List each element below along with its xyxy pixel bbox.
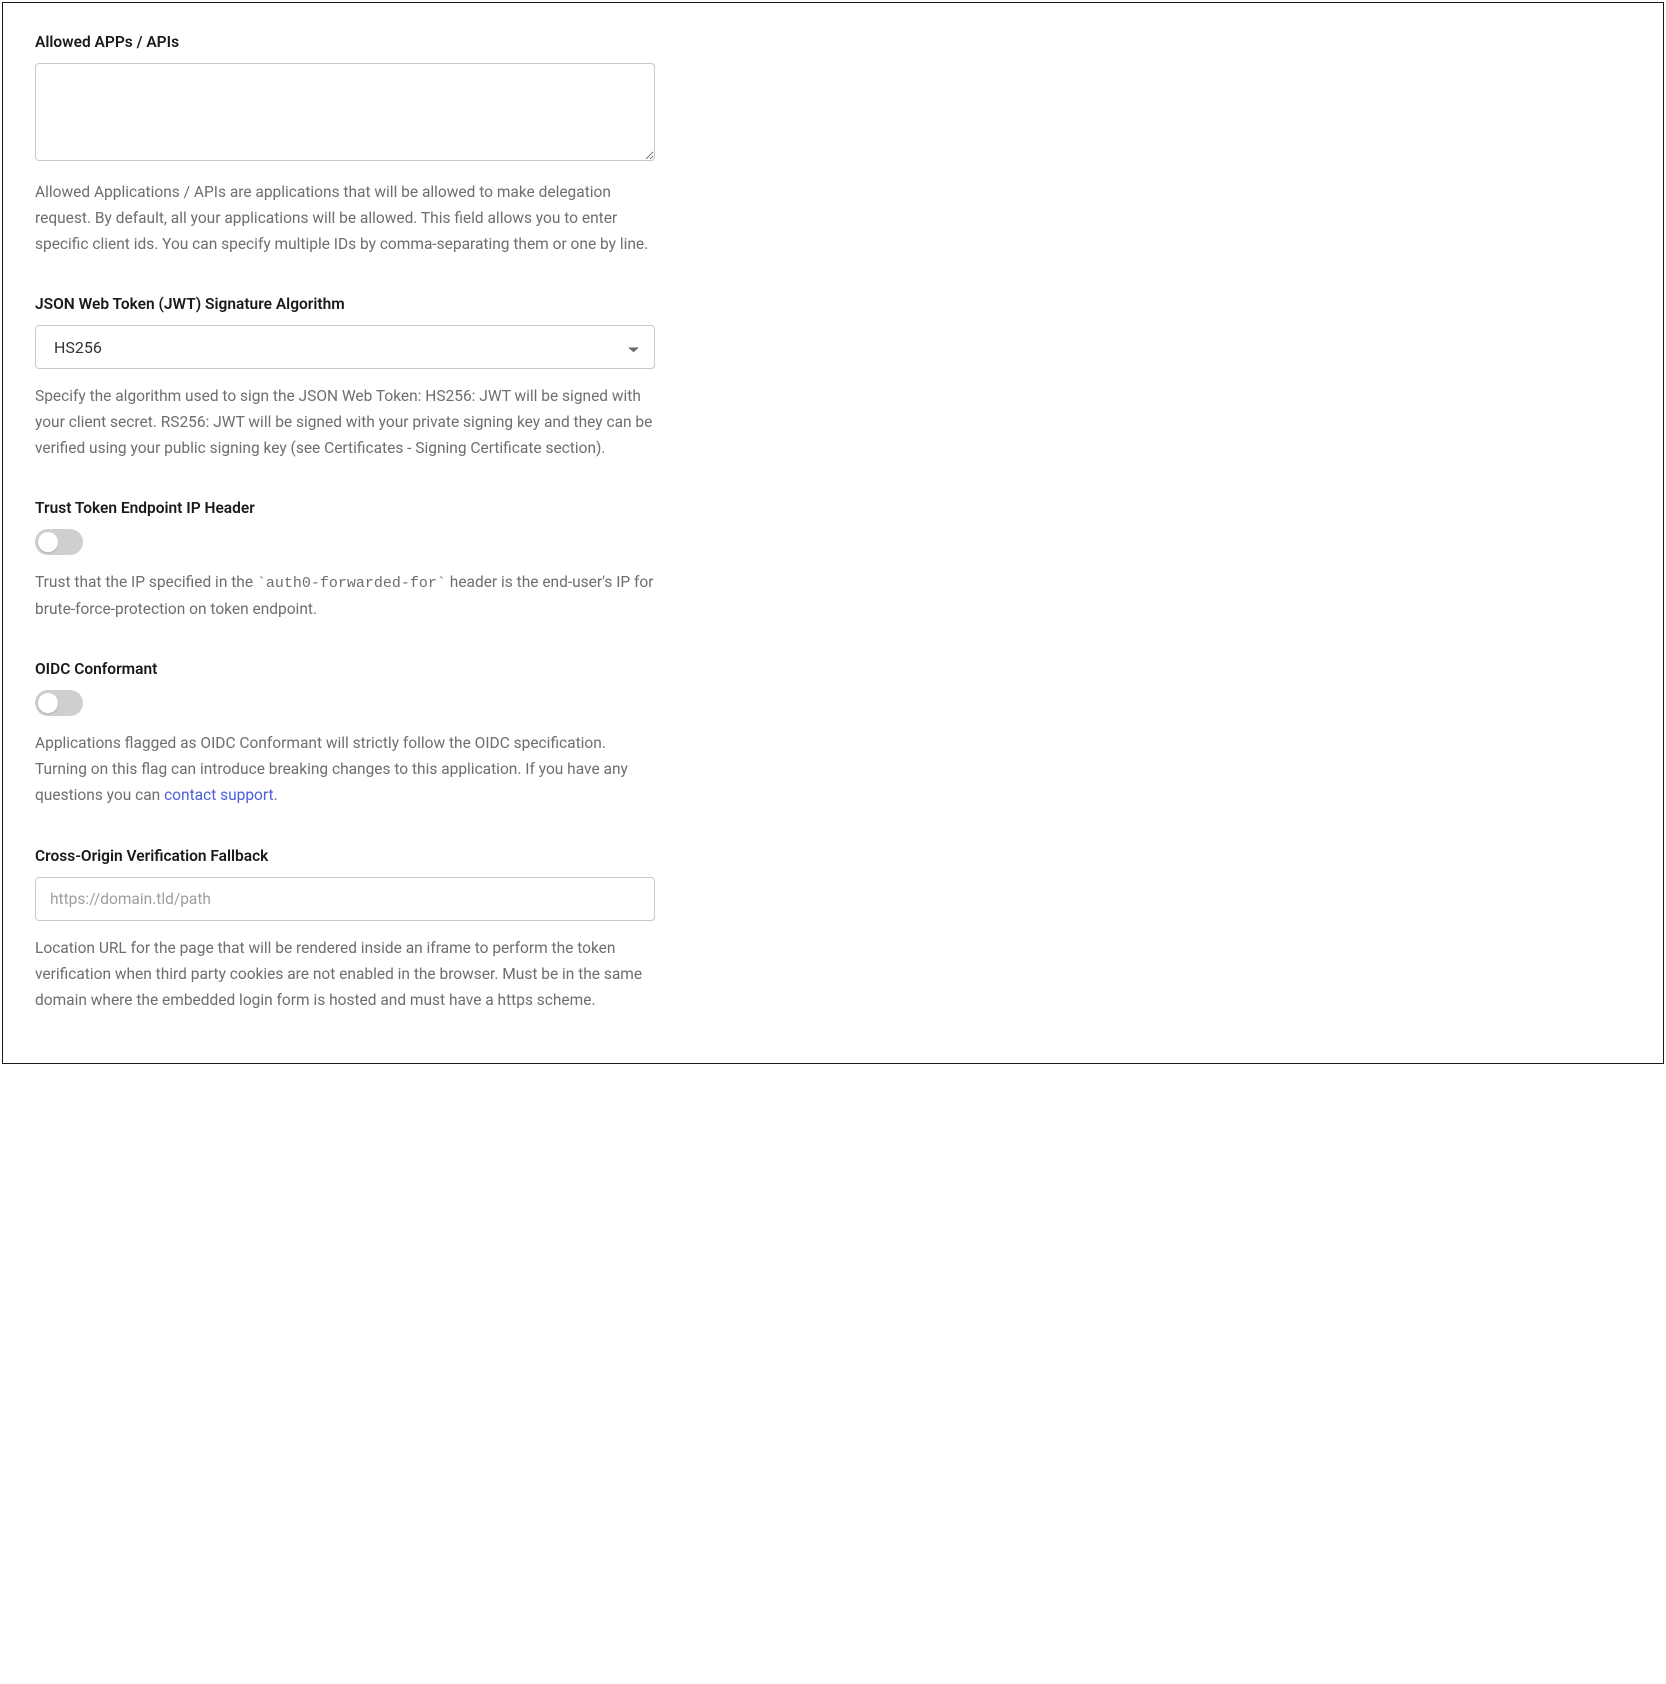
allowed-apps-help: Allowed Applications / APIs are applicat… (35, 179, 655, 257)
settings-panel: Allowed APPs / APIs Allowed Applications… (2, 2, 1664, 1064)
cross-origin-fallback-input[interactable] (35, 877, 655, 921)
oidc-conformant-help: Applications flagged as OIDC Conformant … (35, 730, 655, 808)
jwt-algorithm-selected-value: HS256 (54, 338, 102, 357)
oidc-conformant-label: OIDC Conformant (35, 660, 655, 678)
field-cross-origin-fallback: Cross-Origin Verification Fallback Locat… (35, 847, 655, 1013)
cross-origin-fallback-label: Cross-Origin Verification Fallback (35, 847, 655, 865)
forwarded-for-code: `auth0-forwarded-for` (257, 575, 446, 592)
field-oidc-conformant: OIDC Conformant Applications flagged as … (35, 660, 655, 808)
jwt-algorithm-select[interactable]: HS256 (35, 325, 655, 369)
allowed-apps-label: Allowed APPs / APIs (35, 33, 655, 51)
form-column: Allowed APPs / APIs Allowed Applications… (35, 33, 655, 1013)
field-jwt-algorithm: JSON Web Token (JWT) Signature Algorithm… (35, 295, 655, 461)
field-trust-token-ip: Trust Token Endpoint IP Header Trust tha… (35, 499, 655, 622)
toggle-knob-icon (38, 693, 58, 713)
trust-token-ip-toggle[interactable] (35, 529, 83, 555)
contact-support-link[interactable]: contact support (164, 786, 274, 804)
jwt-algorithm-help: Specify the algorithm used to sign the J… (35, 383, 655, 461)
trust-token-ip-help: Trust that the IP specified in the `auth… (35, 569, 655, 622)
field-allowed-apps: Allowed APPs / APIs Allowed Applications… (35, 33, 655, 257)
allowed-apps-input[interactable] (35, 63, 655, 161)
toggle-knob-icon (38, 532, 58, 552)
jwt-algorithm-label: JSON Web Token (JWT) Signature Algorithm (35, 295, 655, 313)
oidc-conformant-toggle[interactable] (35, 690, 83, 716)
jwt-algorithm-select-wrapper: HS256 (35, 325, 655, 369)
trust-token-ip-label: Trust Token Endpoint IP Header (35, 499, 655, 517)
cross-origin-fallback-help: Location URL for the page that will be r… (35, 935, 655, 1013)
